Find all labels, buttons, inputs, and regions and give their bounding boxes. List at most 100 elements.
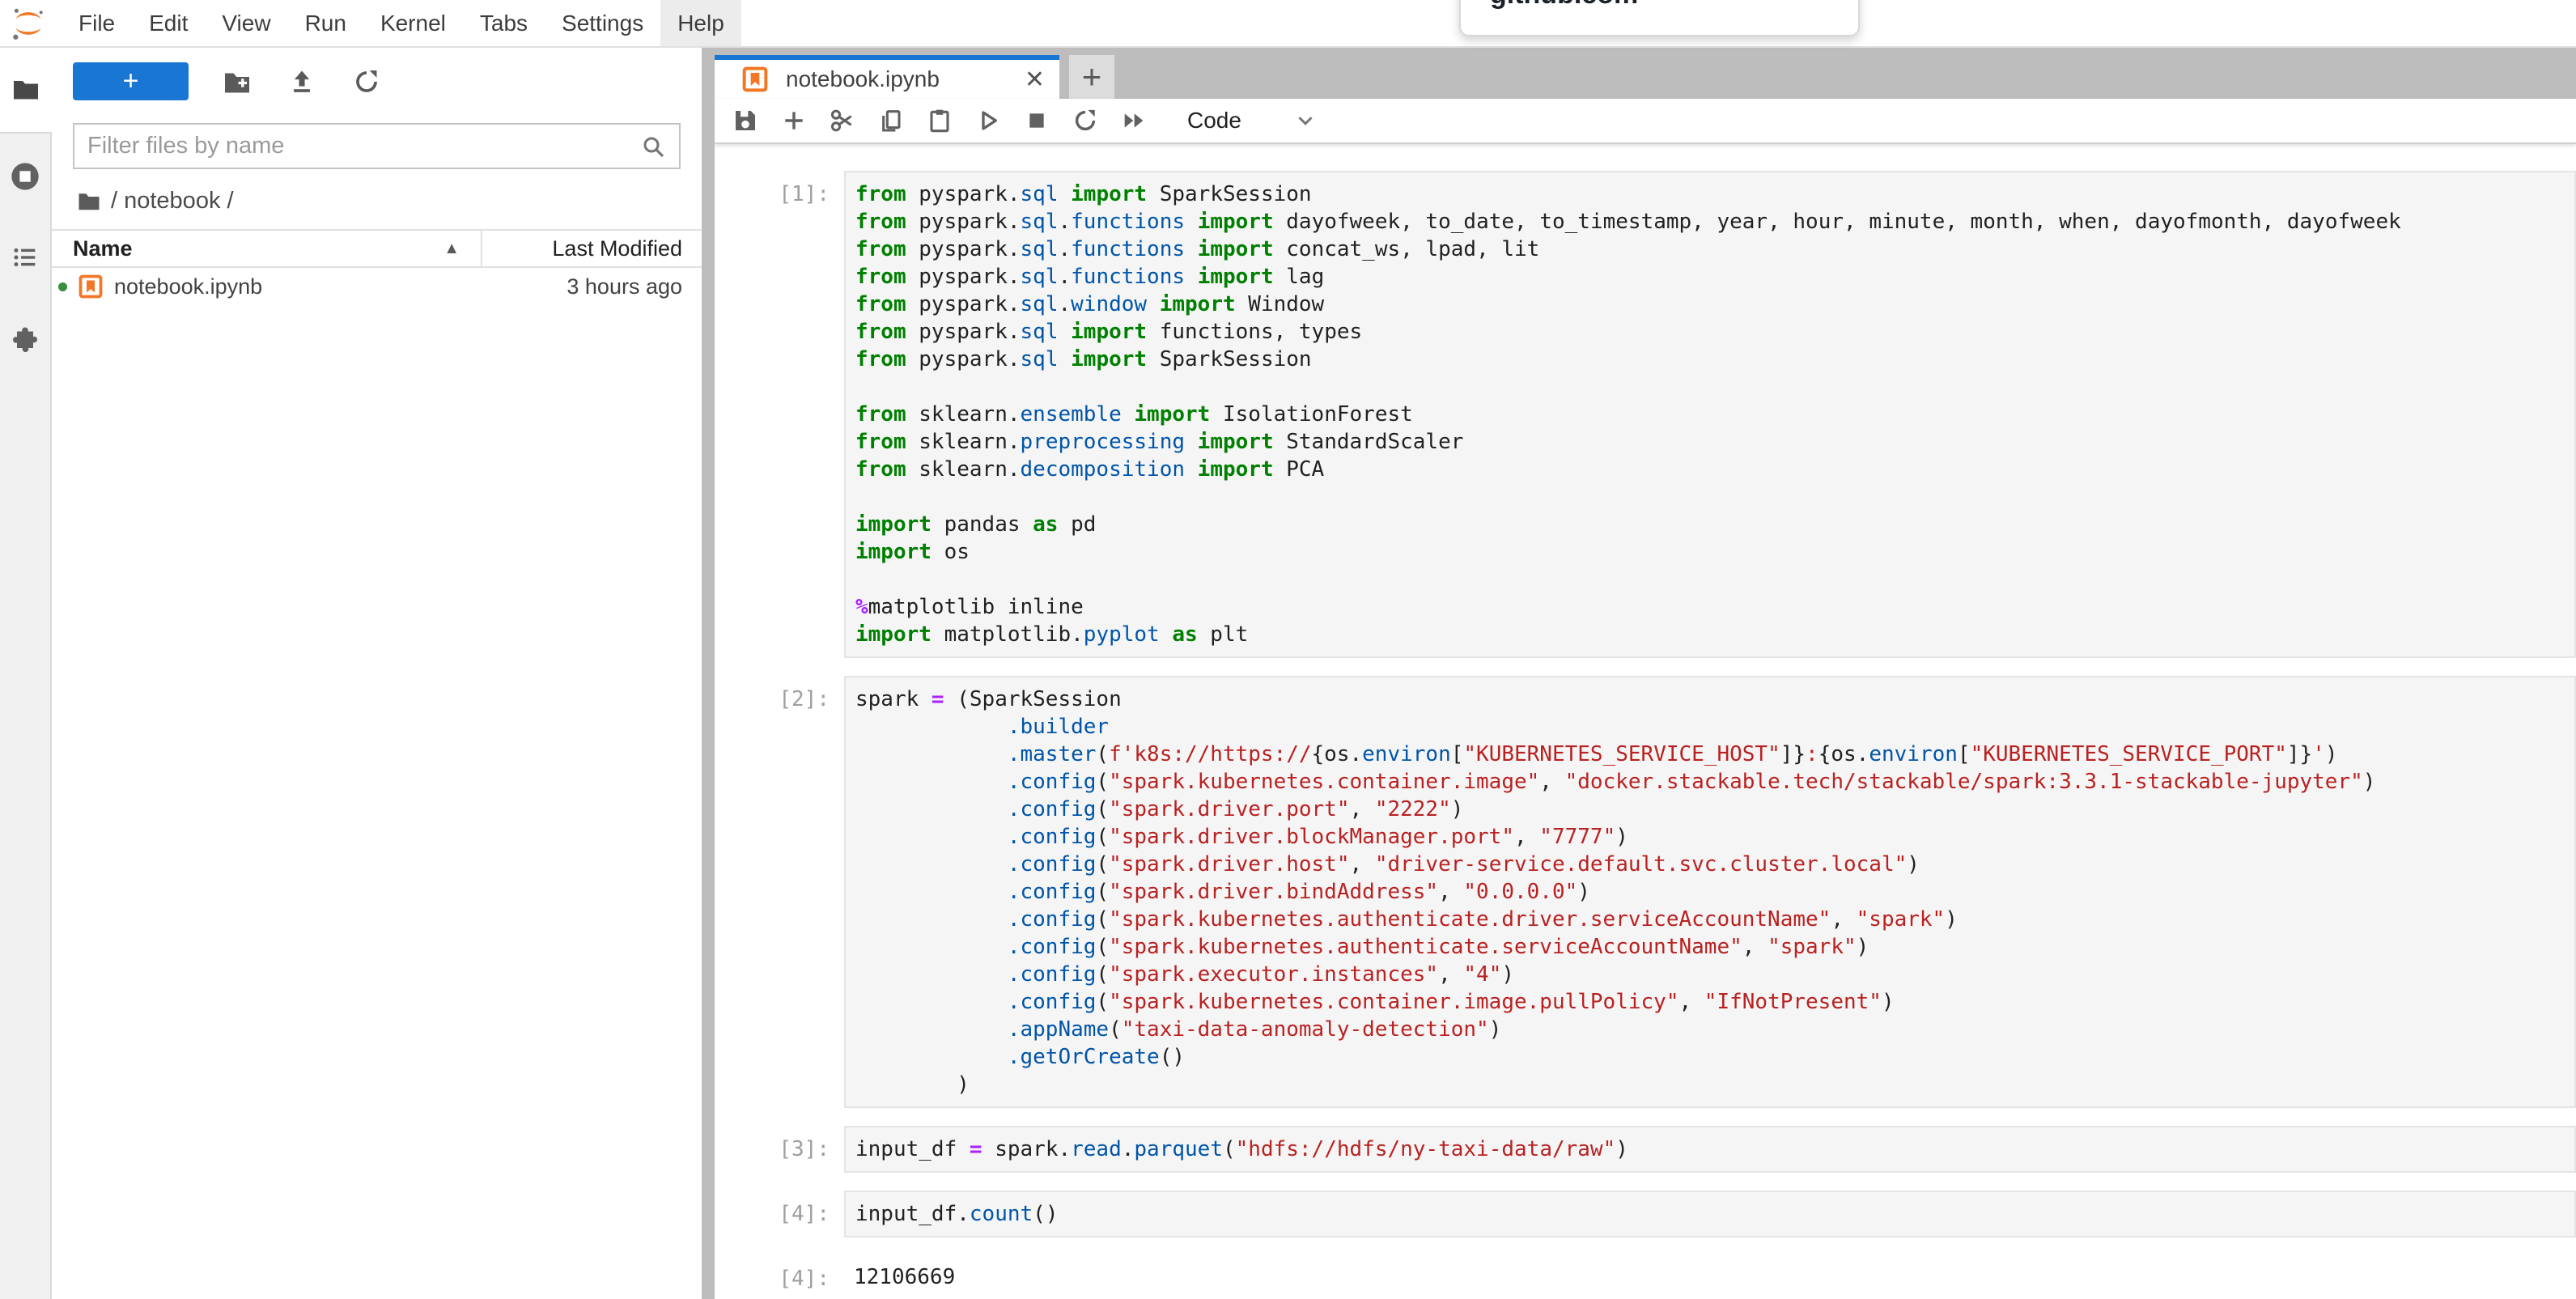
chevron-down-icon <box>1293 108 1318 133</box>
add-cell-icon <box>781 108 807 134</box>
save-icon <box>732 108 758 134</box>
refresh-icon <box>353 68 380 96</box>
code-line: from sklearn.decomposition import PCA <box>855 456 2574 483</box>
filter-files-box <box>73 123 681 169</box>
code-line: ) <box>855 1071 2574 1098</box>
menu-item-help[interactable]: Help <box>660 0 741 46</box>
paste-cells-button[interactable] <box>925 106 954 135</box>
output-prompt: [4]: <box>715 1255 844 1299</box>
upload-icon <box>288 68 316 96</box>
main-dock-panel: notebook.ipynb ✕ + <box>715 48 2576 1299</box>
input-prompt: [3]: <box>715 1126 844 1173</box>
code-line: import pandas as pd <box>855 511 2574 538</box>
code-line: from pyspark.sql.functions import concat… <box>855 236 2574 263</box>
code-line: from pyspark.sql.functions import lag <box>855 263 2574 291</box>
jupyter-logo-icon <box>10 5 47 42</box>
menu-item-edit[interactable]: Edit <box>132 0 205 46</box>
cut-cells-button[interactable] <box>828 106 857 135</box>
new-tab-button[interactable]: + <box>1069 55 1114 99</box>
tab-close-icon[interactable]: ✕ <box>1025 66 1045 94</box>
tab-notebook[interactable]: notebook.ipynb ✕ <box>715 55 1059 99</box>
search-icon <box>640 134 666 159</box>
column-header-modified[interactable]: Last Modified <box>482 236 702 261</box>
popup-text: github.com <box>1490 0 1858 8</box>
new-folder-button[interactable] <box>221 66 253 98</box>
code-line: .getOrCreate() <box>855 1043 2574 1071</box>
link-preview-popup: github.com <box>1459 0 1860 36</box>
sidebar-tab-extensions[interactable] <box>7 324 43 356</box>
menu-item-run[interactable]: Run <box>288 0 363 46</box>
filter-files-input[interactable] <box>87 133 640 159</box>
code-line: from pyspark.sql.window import Window <box>855 291 2574 318</box>
table-of-contents-icon <box>12 244 38 270</box>
code-line: %matplotlib inline <box>855 593 2574 621</box>
sidebar-tab-table-of-contents[interactable] <box>7 244 43 270</box>
restart-kernel-icon <box>1072 108 1098 134</box>
code-line: from pyspark.sql import SparkSession <box>855 346 2574 373</box>
sidebar-tab-filebrowser[interactable] <box>0 48 52 132</box>
code-line: .config("spark.driver.host", "driver-ser… <box>855 851 2574 878</box>
code-line: .config("spark.driver.blockManager.port"… <box>855 823 2574 851</box>
file-row[interactable]: notebook.ipynb 3 hours ago <box>52 268 702 305</box>
menu-item-kernel[interactable]: Kernel <box>363 0 463 46</box>
restart-kernel-button[interactable] <box>1071 106 1100 135</box>
code-line: import matplotlib.pyplot as plt <box>855 621 2574 648</box>
column-header-name[interactable]: Name ▲ <box>52 236 481 261</box>
add-cell-button[interactable] <box>779 106 808 135</box>
code-line: from pyspark.sql import SparkSession <box>855 180 2574 208</box>
code-line: input_df.count() <box>855 1200 2574 1228</box>
code-editor[interactable]: input_df = spark.read.parquet("hdfs://hd… <box>844 1126 2576 1173</box>
run-all-button[interactable] <box>1119 106 1148 135</box>
code-line: 12106669 <box>854 1263 2576 1291</box>
upload-button[interactable] <box>286 66 318 98</box>
paste-icon <box>927 108 953 134</box>
code-editor[interactable]: spark = (SparkSession .builder .master(f… <box>844 676 2576 1108</box>
menu-item-settings[interactable]: Settings <box>545 0 660 46</box>
code-line: .config("spark.driver.port", "2222") <box>855 796 2574 823</box>
refresh-button[interactable] <box>350 66 383 98</box>
stop-kernel-button[interactable] <box>1022 106 1051 135</box>
panel-splitter[interactable] <box>702 48 715 1299</box>
code-editor[interactable]: input_df.count() <box>844 1191 2576 1237</box>
notebook-file-icon <box>79 274 103 299</box>
sort-ascending-icon: ▲ <box>443 240 460 258</box>
code-line <box>855 373 2574 401</box>
new-launcher-button[interactable]: + <box>73 62 189 100</box>
tab-title: notebook.ipynb <box>786 66 1025 92</box>
code-editor[interactable]: from pyspark.sql import SparkSessionfrom… <box>844 171 2576 658</box>
code-line: from sklearn.ensemble import IsolationFo… <box>855 401 2574 428</box>
copy-cells-button[interactable] <box>876 106 906 135</box>
code-line <box>855 483 2574 511</box>
cell-type-value: Code <box>1187 108 1241 134</box>
cell-type-dropdown[interactable]: Code <box>1187 108 1318 134</box>
menu-item-tabs[interactable]: Tabs <box>463 0 545 46</box>
code-line: .master(f'k8s://https://{os.environ["KUB… <box>855 741 2574 768</box>
menu-item-view[interactable]: View <box>205 0 287 46</box>
notebook-content: [1]:from pyspark.sql import SparkSession… <box>715 144 2576 1299</box>
top-menu-bar: FileEditViewRunKernelTabsSettingsHelp <box>0 0 2576 48</box>
code-line: .config("spark.kubernetes.authenticate.s… <box>855 933 2574 961</box>
code-line: .appName("taxi-data-anomaly-detection") <box>855 1016 2574 1043</box>
code-line: .config("spark.driver.bindAddress", "0.0… <box>855 878 2574 906</box>
sidebar-tab-running-kernels[interactable] <box>7 160 43 193</box>
code-cell: [1]:from pyspark.sql import SparkSession… <box>715 171 2576 658</box>
code-line: import os <box>855 538 2574 566</box>
left-sidebar-rail <box>0 48 52 1299</box>
code-line: from pyspark.sql import functions, types <box>855 318 2574 346</box>
run-cell-button[interactable] <box>974 106 1003 135</box>
output-area: 12106669 <box>844 1255 2576 1299</box>
code-line: .builder <box>855 713 2574 741</box>
notebook-tab-icon <box>742 66 768 92</box>
notebook-cells: [1]:from pyspark.sql import SparkSession… <box>715 171 2576 1299</box>
file-modified: 3 hours ago <box>567 274 702 299</box>
file-listing-header: Name ▲ Last Modified <box>52 229 702 268</box>
home-folder-icon <box>77 189 101 213</box>
code-line: .config("spark.kubernetes.container.imag… <box>855 988 2574 1016</box>
breadcrumb[interactable]: / notebook / <box>77 187 702 214</box>
save-button[interactable] <box>731 106 760 135</box>
output-cell: [4]: 12106669 <box>715 1255 2576 1299</box>
menu-item-file[interactable]: File <box>62 0 132 46</box>
dock-tab-bar: notebook.ipynb ✕ + <box>715 48 2576 99</box>
code-line: .config("spark.kubernetes.container.imag… <box>855 768 2574 796</box>
code-line: from pyspark.sql.functions import dayofw… <box>855 208 2574 236</box>
